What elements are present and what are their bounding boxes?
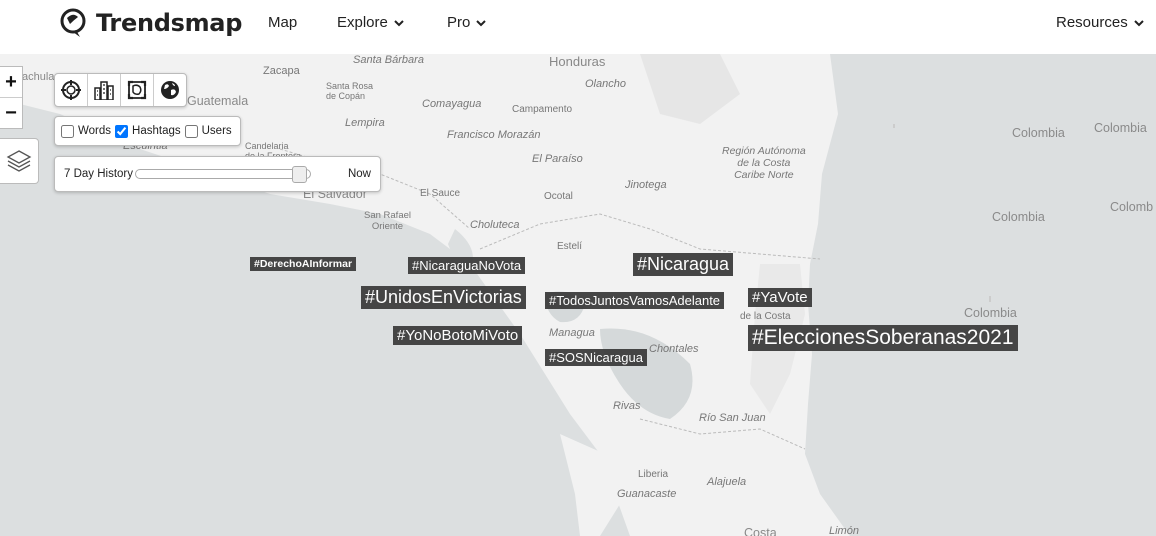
map-toolbar xyxy=(54,73,187,107)
layers-icon xyxy=(6,150,32,172)
place-label: de la Costa xyxy=(740,311,791,322)
history-panel: 7 Day History Now xyxy=(54,156,381,192)
hashtag-label[interactable]: #DerechoAInformar xyxy=(250,257,357,271)
nav-explore-label: Explore xyxy=(337,14,388,31)
globe-icon xyxy=(161,81,179,99)
chevron-down-icon xyxy=(1133,19,1144,26)
place-label: Lempira xyxy=(345,117,385,129)
place-label: Comayagua xyxy=(422,98,482,110)
place-label: Rivas xyxy=(613,400,641,412)
history-slider-handle[interactable] xyxy=(292,166,308,183)
place-label: Colombia xyxy=(1012,126,1065,140)
chevron-down-icon xyxy=(394,19,404,26)
history-end-label: Now xyxy=(347,168,371,180)
brand-name: Trendsmap xyxy=(96,9,243,37)
place-label: Zacapa xyxy=(263,65,300,77)
country-view-button[interactable] xyxy=(121,74,154,106)
place-label: Limón xyxy=(829,525,859,536)
locate-button[interactable] xyxy=(55,74,88,106)
place-label: Jinotega xyxy=(625,179,667,191)
nav-pro-label: Pro xyxy=(447,14,471,31)
place-label: Honduras xyxy=(549,54,606,69)
place-label: Río San Juan xyxy=(699,412,766,424)
zoom-in-button[interactable]: + xyxy=(0,67,22,97)
hashtag-label[interactable]: #EleccionesSoberanas2021 xyxy=(748,325,1018,351)
place-label: Ocotal xyxy=(544,191,573,202)
place-label: Choluteca xyxy=(470,219,520,231)
zoom-control: + − xyxy=(0,66,23,129)
place-label: Colombia xyxy=(992,210,1045,224)
hashtag-label[interactable]: #UnidosEnVictorias xyxy=(361,286,526,309)
zoom-out-button[interactable]: − xyxy=(0,97,22,128)
place-label: Santa Rosa de Copán xyxy=(326,81,374,101)
nav-resources[interactable]: Resources xyxy=(1056,14,1144,31)
city-view-button[interactable] xyxy=(88,74,121,106)
hashtag-label[interactable]: #Nicaragua xyxy=(633,253,734,276)
place-label: Colomb xyxy=(1110,200,1154,214)
place-label: Estelí xyxy=(557,241,583,252)
city-icon xyxy=(94,81,114,100)
trendsmap-logo-icon xyxy=(60,8,86,37)
layers-button[interactable] xyxy=(0,138,39,184)
hashtag-label[interactable]: #NicaraguaNoVota xyxy=(408,257,526,274)
place-label: Liberia xyxy=(638,469,669,480)
place-label: Guatemala xyxy=(187,94,249,108)
hashtag-label[interactable]: #YoNoBotoMiVoto xyxy=(393,326,523,345)
hashtag-label[interactable]: #SOSNicaragua xyxy=(545,349,647,366)
filter-hashtags[interactable]: Hashtags xyxy=(115,124,181,138)
place-label: Francisco Morazán xyxy=(447,129,541,141)
history-slider-track[interactable] xyxy=(135,166,311,183)
history-label: 7 Day History xyxy=(64,168,134,180)
place-label: Chontales xyxy=(649,343,699,355)
hashtags-label: Hashtags xyxy=(132,125,181,137)
users-label: Users xyxy=(201,125,232,137)
place-label: achula xyxy=(22,71,55,83)
place-label: Alajuela xyxy=(707,476,747,488)
nav-explore[interactable]: Explore xyxy=(337,14,404,31)
hashtags-checkbox[interactable] xyxy=(115,124,129,138)
chevron-down-icon xyxy=(476,19,487,26)
country-icon xyxy=(127,80,147,100)
words-checkbox[interactable] xyxy=(61,124,74,138)
nav-map-label: Map xyxy=(268,14,298,31)
words-label: Words xyxy=(78,125,112,137)
filter-users[interactable]: Users xyxy=(184,124,232,138)
top-navbar: Trendsmap Map Explore Pro Resources xyxy=(0,0,1156,54)
place-label: Santa Bárbara xyxy=(353,54,424,66)
place-label: Guanacaste xyxy=(617,488,677,500)
filter-words[interactable]: Words xyxy=(61,124,112,138)
hashtag-label[interactable]: #TodosJuntosVamosAdelante xyxy=(545,292,725,309)
place-label: Costa xyxy=(744,526,777,536)
world-view-button[interactable] xyxy=(154,74,186,106)
place-label: El Sauce xyxy=(420,188,461,199)
place-label: Colombia xyxy=(1094,121,1147,135)
place-label: Colombia xyxy=(964,306,1017,320)
hashtag-label[interactable]: #YaVote xyxy=(748,288,812,307)
users-checkbox[interactable] xyxy=(184,124,198,138)
map-canvas[interactable]: achula Zacapa Santa Bárbara Honduras Ola… xyxy=(0,54,1156,536)
place-label: Managua xyxy=(549,327,595,339)
place-label: San Rafael Oriente xyxy=(364,210,412,232)
nav-resources-label: Resources xyxy=(1056,14,1128,31)
brand-logo[interactable]: Trendsmap xyxy=(60,8,242,38)
nav-pro[interactable]: Pro xyxy=(447,14,487,31)
crosshair-icon xyxy=(61,80,81,100)
place-label: Campamento xyxy=(512,104,573,115)
nav-map[interactable]: Map xyxy=(268,14,297,31)
place-label: El Paraíso xyxy=(532,153,583,165)
filter-panel: Words Hashtags Users xyxy=(54,116,241,146)
place-label: Olancho xyxy=(585,78,626,90)
place-label: Región Autónoma de la Costa Caribe Norte xyxy=(722,145,806,181)
